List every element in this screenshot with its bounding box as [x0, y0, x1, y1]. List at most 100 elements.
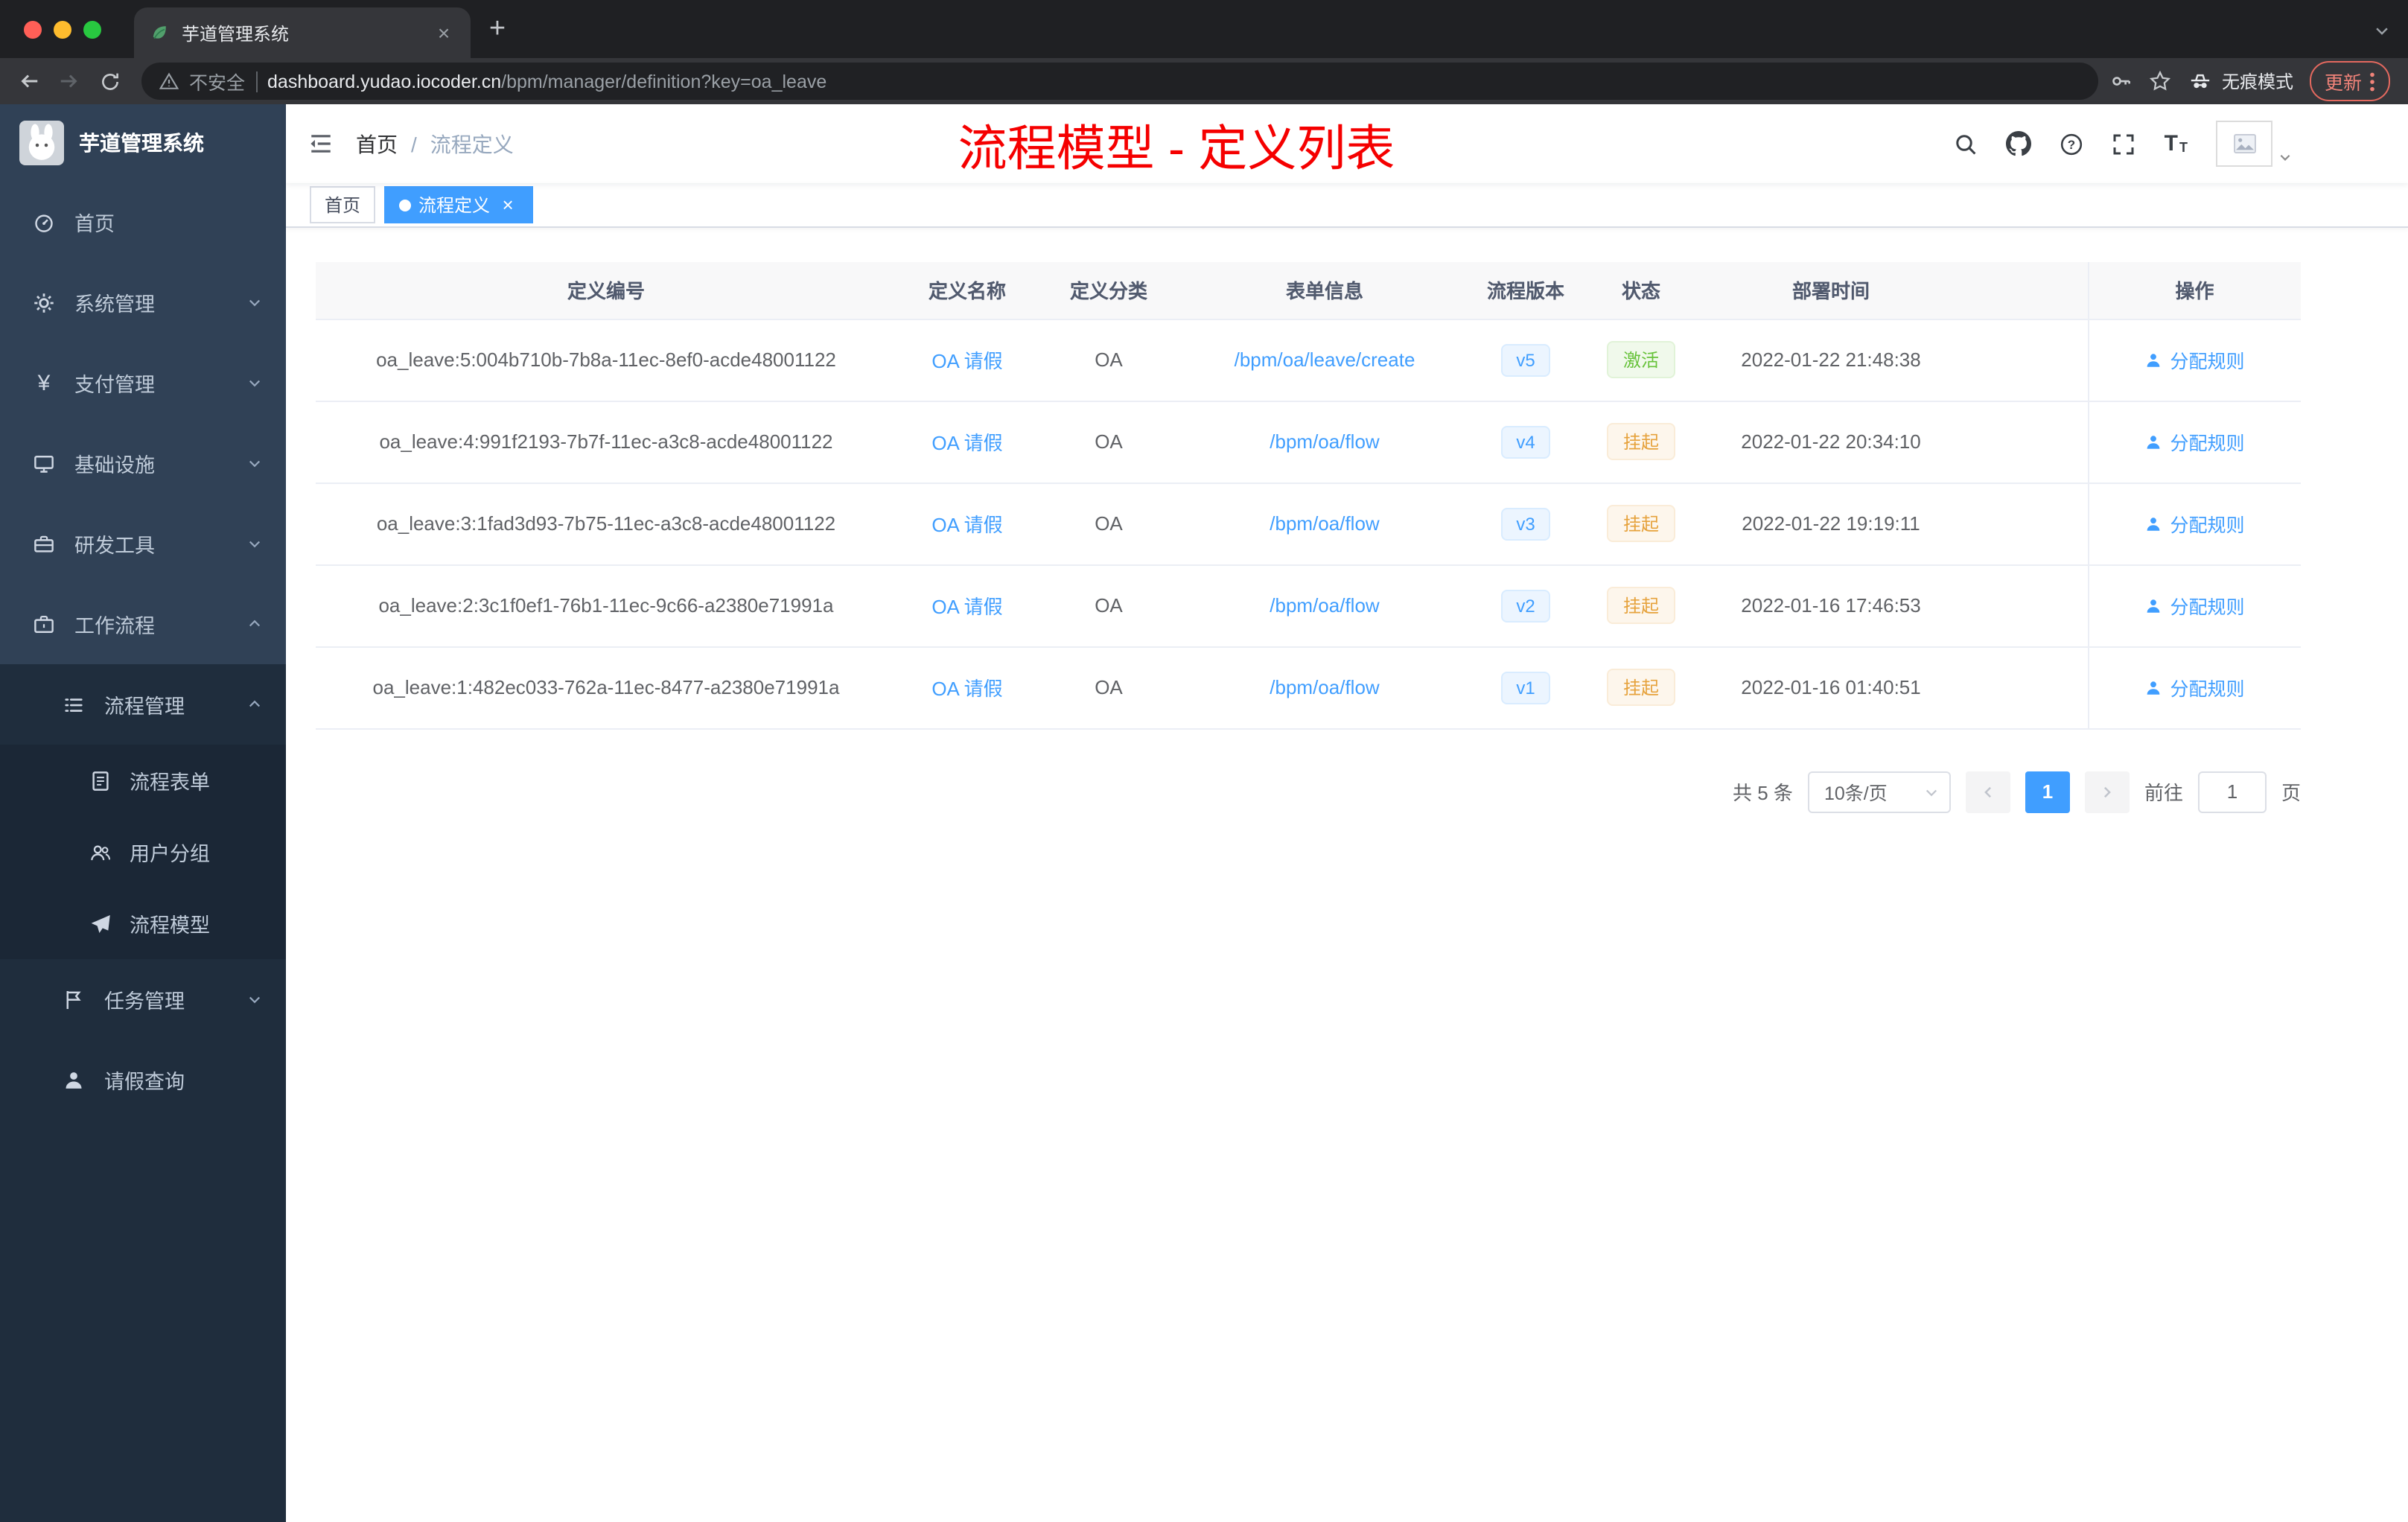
form-link[interactable]: /bpm/oa/flow: [1270, 676, 1379, 698]
sidebar-item-infrastructure[interactable]: 基础设施: [0, 423, 286, 503]
next-page-button[interactable]: [2084, 771, 2130, 812]
cell-definition-name: OA 请假: [896, 401, 1038, 483]
not-secure-warning-icon: [159, 71, 179, 91]
definition-name-link[interactable]: OA 请假: [931, 514, 1002, 536]
prev-page-button[interactable]: [1965, 771, 2010, 812]
sidebar-item-label: 工作流程: [74, 615, 155, 637]
reload-button[interactable]: [89, 61, 130, 101]
col-definition-category: 定义分类: [1038, 262, 1179, 319]
window-close-button[interactable]: [24, 20, 42, 38]
cell-action: 分配规则: [2087, 646, 2301, 729]
sidebar-top: 芋道管理系统 首页 系统管理 ¥ 支付管理 基础设施 研发工具 工作流程: [0, 104, 286, 664]
user-group-icon: [89, 841, 112, 863]
chevron-up-icon: [247, 617, 262, 631]
spacer-cell: [1961, 319, 2088, 401]
assign-rule-link[interactable]: 分配规则: [2144, 427, 2245, 456]
pagination: 共 5 条 10条/页 1 前往 页: [316, 771, 2301, 812]
cell-deploy-time: 2022-01-22 21:48:38: [1701, 319, 1961, 401]
page-size-select[interactable]: 10条/页: [1807, 771, 1951, 812]
definition-name-link[interactable]: OA 请假: [931, 432, 1002, 454]
status-badge: 激活: [1606, 341, 1675, 378]
pagination-total: 共 5 条: [1733, 782, 1793, 804]
assign-rule-link[interactable]: 分配规则: [2144, 673, 2245, 701]
bookmark-star-icon[interactable]: [2149, 70, 2171, 92]
url-text[interactable]: dashboard.yudao.iocoder.cn/bpm/manager/d…: [267, 71, 826, 92]
font-size-icon[interactable]: TT: [2165, 133, 2188, 155]
cell-version: v2: [1470, 564, 1582, 647]
sidebar-item-task-management[interactable]: 任务管理: [0, 959, 286, 1039]
tag-process-definition[interactable]: 流程定义 ×: [384, 186, 534, 223]
sidebar-item-label: 基础设施: [74, 454, 155, 477]
tab-close-icon[interactable]: ×: [432, 21, 456, 45]
definition-name-link[interactable]: OA 请假: [931, 596, 1002, 618]
breadcrumb-home[interactable]: 首页: [356, 129, 398, 159]
address-bar[interactable]: 不安全 dashboard.yudao.iocoder.cn/bpm/manag…: [141, 63, 2098, 100]
page-size-value: 10条/页: [1823, 783, 1888, 804]
sidebar-item-process-management[interactable]: 流程管理: [0, 664, 286, 745]
form-link[interactable]: /bpm/oa/flow: [1270, 512, 1379, 535]
chevron-down-icon: [247, 375, 262, 390]
tag-close-icon[interactable]: ×: [497, 194, 518, 215]
cell-version: v5: [1470, 319, 1582, 401]
sidebar-item-process-model[interactable]: 流程模型: [0, 888, 286, 959]
user-menu[interactable]: [2216, 121, 2292, 167]
document-icon: [89, 769, 112, 792]
sidebar-item-leave-query[interactable]: 请假查询: [0, 1039, 286, 1120]
window-zoom-button[interactable]: [83, 20, 101, 38]
definition-name-link[interactable]: OA 请假: [931, 678, 1002, 700]
cell-category: OA: [1038, 646, 1179, 729]
form-link[interactable]: /bpm/oa/flow: [1270, 430, 1379, 453]
window-minimize-button[interactable]: [54, 20, 71, 38]
cell-version: v1: [1470, 646, 1582, 729]
fullscreen-icon[interactable]: [2112, 132, 2136, 156]
sidebar-item-home[interactable]: 首页: [0, 182, 286, 262]
assign-rule-link[interactable]: 分配规则: [2144, 509, 2245, 538]
update-button[interactable]: 更新: [2309, 61, 2390, 101]
app: 芋道管理系统 首页 系统管理 ¥ 支付管理 基础设施 研发工具 工作流程 流程管…: [0, 104, 2408, 1522]
back-button[interactable]: [9, 61, 49, 101]
password-key-icon[interactable]: [2110, 70, 2133, 92]
cell-form-info: /bpm/oa/flow: [1179, 564, 1470, 647]
active-tag-dot: [399, 199, 412, 211]
sidebar-item-user-group[interactable]: 用户分组: [0, 816, 286, 888]
version-badge: v3: [1501, 507, 1550, 540]
forward-button[interactable]: [49, 61, 89, 101]
goto-page-input[interactable]: [2197, 771, 2267, 812]
spacer-cell: [1961, 646, 2088, 729]
browser-tab[interactable]: 芋道管理系统 ×: [134, 7, 471, 58]
assign-rule-link[interactable]: 分配规则: [2144, 346, 2245, 374]
toolbox-icon: [33, 532, 55, 555]
search-icon[interactable]: [1955, 132, 1978, 156]
logo-avatar: [19, 121, 64, 165]
assign-rule-link[interactable]: 分配规则: [2144, 591, 2245, 620]
chevron-down-icon: [247, 536, 262, 551]
cell-definition-name: OA 请假: [896, 319, 1038, 401]
new-tab-button[interactable]: +: [477, 8, 518, 50]
sidebar-item-payment[interactable]: ¥ 支付管理: [0, 343, 286, 423]
sidebar-item-label: 流程管理: [104, 695, 185, 718]
user-icon: [2147, 435, 2160, 448]
security-label[interactable]: 不安全: [189, 67, 245, 95]
definition-name-link[interactable]: OA 请假: [931, 350, 1002, 372]
form-link[interactable]: /bpm/oa/flow: [1270, 594, 1379, 617]
sidebar-item-process-form[interactable]: 流程表单: [0, 745, 286, 816]
tab-favicon-icon: [149, 22, 170, 43]
sidebar-item-label: 支付管理: [74, 374, 155, 396]
gear-icon: [33, 291, 55, 313]
help-icon[interactable]: ?: [2060, 132, 2084, 156]
sidebar-item-system[interactable]: 系统管理: [0, 262, 286, 343]
sidebar-item-dev-tools[interactable]: 研发工具: [0, 503, 286, 584]
user-icon: [2147, 681, 2160, 694]
flag-icon: [63, 988, 85, 1010]
tag-home[interactable]: 首页: [310, 186, 376, 223]
sidebar-toggle-icon[interactable]: [286, 131, 356, 156]
app-logo[interactable]: 芋道管理系统: [0, 104, 286, 182]
tab-list-caret-icon[interactable]: [2374, 19, 2390, 46]
cell-category: OA: [1038, 564, 1179, 647]
form-link[interactable]: /bpm/oa/leave/create: [1235, 348, 1415, 371]
status-badge: 挂起: [1606, 669, 1675, 706]
status-badge: 挂起: [1606, 505, 1675, 542]
page-number-button[interactable]: 1: [2025, 771, 2070, 812]
sidebar-item-workflow[interactable]: 工作流程: [0, 584, 286, 664]
github-icon[interactable]: [2006, 131, 2032, 156]
